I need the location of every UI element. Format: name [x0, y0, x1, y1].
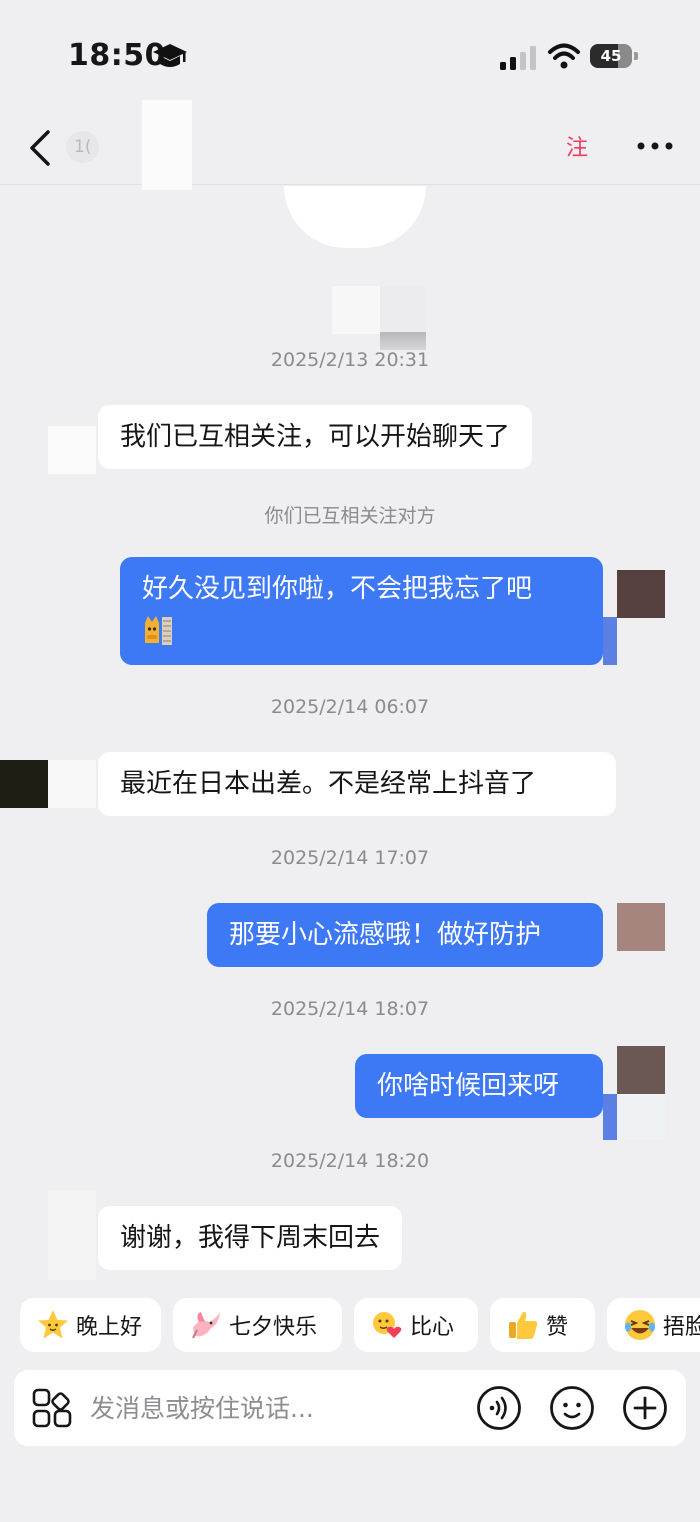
- message-timestamp: 2025/2/14 18:07: [270, 998, 430, 1020]
- message-timestamp: 2025/2/14 18:20: [270, 1150, 430, 1172]
- back-chevron-icon[interactable]: [26, 128, 56, 168]
- cat-sticker-icon: [145, 616, 172, 645]
- redacted-block: [380, 286, 426, 332]
- contact-id-badge: 1(: [66, 131, 100, 163]
- redacted-block: [617, 1094, 665, 1140]
- battery-level: 45: [590, 44, 632, 68]
- outgoing-message-bubble[interactable]: 好久没见到你啦，不会把我忘了吧: [120, 557, 603, 665]
- incoming-message-bubble[interactable]: 我们已互相关注，可以开始聊天了: [98, 405, 533, 469]
- redacted-avatar: [48, 426, 96, 474]
- message-timestamp: 2025/2/14 17:07: [270, 847, 430, 869]
- quick-reply-chip[interactable]: 比心: [354, 1298, 478, 1352]
- my-avatar[interactable]: [617, 570, 665, 618]
- redacted-block: [48, 1190, 96, 1280]
- quick-reply-chip[interactable]: 赞: [490, 1298, 595, 1352]
- message-input[interactable]: [90, 1384, 470, 1432]
- quick-reply-label: 晚上好: [76, 1315, 143, 1340]
- laughing-emoji-icon: [625, 1310, 655, 1340]
- quick-reply-label: 七夕快乐: [229, 1315, 318, 1340]
- quick-reply-chip[interactable]: 晚上好: [20, 1298, 161, 1352]
- message-timestamp: 2025/2/14 06:07: [270, 696, 430, 718]
- redacted-block: [380, 332, 426, 350]
- battery-indicator: 45: [590, 44, 638, 68]
- system-notice: 你们已互相关注对方: [264, 505, 436, 527]
- redacted-avatar: [0, 760, 48, 808]
- my-avatar[interactable]: [617, 903, 665, 951]
- redacted-block: [603, 1094, 617, 1140]
- redacted-block: [48, 760, 96, 808]
- graduation-cap-icon: [153, 44, 187, 67]
- quick-reply-label: 比心: [410, 1315, 455, 1340]
- voice-input-icon[interactable]: [476, 1385, 522, 1431]
- quick-reply-label: 捂脸: [663, 1315, 700, 1340]
- add-attachment-icon[interactable]: [622, 1385, 668, 1431]
- my-avatar[interactable]: [617, 1046, 665, 1094]
- more-options-icon[interactable]: [634, 134, 676, 158]
- incoming-message-bubble[interactable]: 最近在日本出差。不是经常上抖音了: [98, 752, 616, 816]
- quick-reply-chip[interactable]: 七夕快乐: [173, 1298, 342, 1352]
- star-emoji-icon: [38, 1310, 68, 1339]
- chat-header: 1( 注: [0, 110, 700, 185]
- redacted-block: [603, 617, 617, 665]
- redacted-profile-avatar: [284, 186, 426, 248]
- redacted-block: [332, 286, 380, 334]
- apps-grid-icon[interactable]: [32, 1388, 72, 1428]
- cellular-signal-icon: [500, 46, 536, 70]
- wifi-icon: [548, 43, 580, 69]
- magpie-emoji-icon: [192, 1312, 220, 1339]
- quick-reply-label: 赞: [546, 1315, 569, 1340]
- heart-hands-emoji-icon: [373, 1312, 402, 1338]
- message-text: 好久没见到你啦，不会把我忘了吧: [142, 574, 533, 604]
- message-composer: [14, 1370, 686, 1446]
- redacted-block: [142, 100, 192, 190]
- outgoing-message-bubble[interactable]: 那要小心流感哦！做好防护: [207, 903, 603, 967]
- quick-reply-bar: 晚上好 七夕快乐 比心 赞 捂脸: [0, 1298, 700, 1352]
- emoji-picker-icon[interactable]: [549, 1385, 595, 1431]
- thumbs-up-emoji-icon: [509, 1311, 538, 1339]
- quick-reply-chip[interactable]: 捂脸: [607, 1298, 700, 1352]
- incoming-message-bubble[interactable]: 谢谢，我得下周末回去: [98, 1206, 403, 1270]
- message-timestamp: 2025/2/13 20:31: [270, 349, 430, 371]
- status-bar: 18:50 45: [0, 0, 700, 110]
- follow-button[interactable]: 注: [566, 130, 588, 162]
- outgoing-message-bubble[interactable]: 你啥时候回来呀: [355, 1054, 603, 1118]
